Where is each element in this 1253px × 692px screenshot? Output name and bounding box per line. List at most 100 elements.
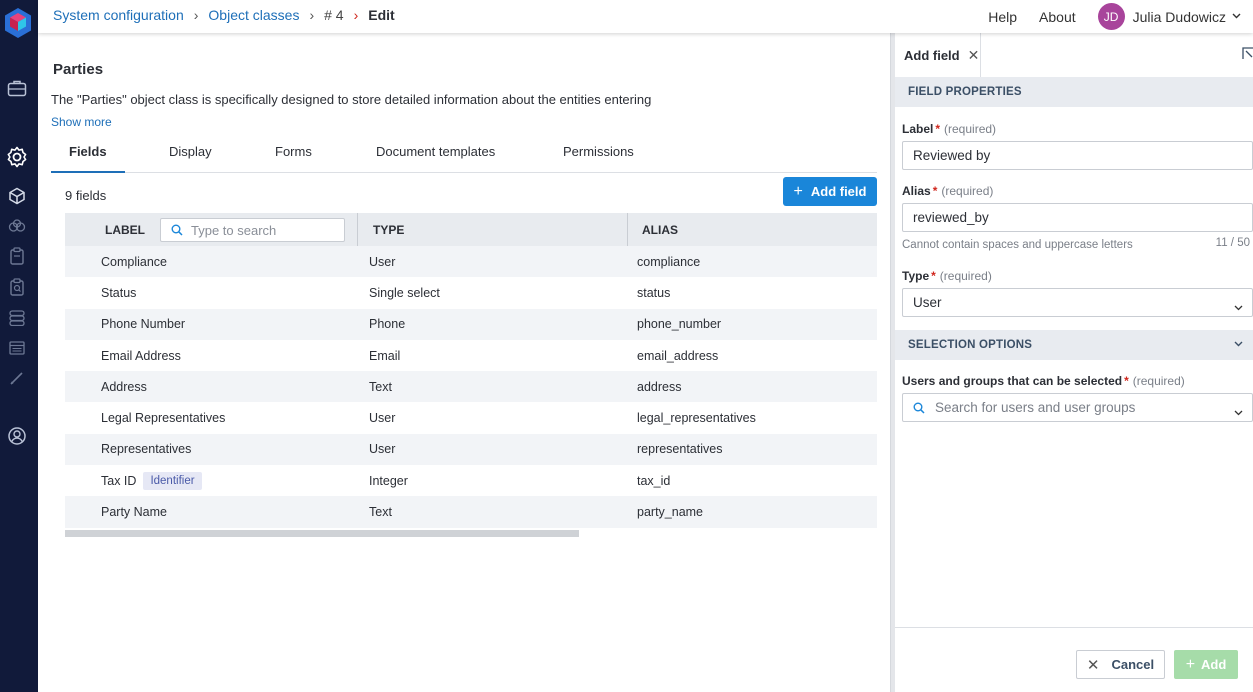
- breadcrumb: System configuration › Object classes › …: [53, 7, 395, 23]
- top-nav: Help About JD Julia Dudowicz: [988, 0, 1253, 33]
- expand-icon[interactable]: [1241, 47, 1253, 64]
- selection-options-title: SELECTION OPTIONS: [908, 339, 1033, 351]
- cell-label: Party Name: [101, 496, 167, 527]
- alias-char-counter: 11 / 50: [1215, 237, 1250, 249]
- type-select[interactable]: User: [902, 288, 1253, 317]
- field-label-text: Party Name: [101, 505, 167, 520]
- cell-type: User: [369, 254, 396, 269]
- field-label-text: Status: [101, 285, 137, 300]
- field-properties-title: FIELD PROPERTIES: [908, 86, 1022, 98]
- app-logo-icon[interactable]: [4, 7, 32, 39]
- search-icon: [171, 224, 183, 236]
- tab-permissions[interactable]: Permissions: [545, 144, 652, 173]
- tab-bar: Fields Display Forms Document templates …: [51, 141, 877, 173]
- table-row[interactable]: Status Single select status: [65, 277, 877, 308]
- breadcrumb-current: Edit: [368, 7, 395, 23]
- tab-fields[interactable]: Fields: [51, 144, 125, 173]
- field-label-text: Legal Representatives: [101, 411, 226, 426]
- table-row[interactable]: Phone Number Phone phone_number: [65, 308, 877, 340]
- page-description: The "Parties" object class is specifical…: [51, 92, 652, 107]
- breadcrumb-object-classes[interactable]: Object classes: [208, 7, 299, 23]
- cell-alias: compliance: [637, 254, 701, 269]
- table-body: Compliance User compliance Status Single sel…: [65, 246, 877, 528]
- cubes-icon[interactable]: [7, 216, 27, 236]
- table-row[interactable]: Tax ID Identifier Integer tax_id: [65, 465, 877, 496]
- label-input[interactable]: [902, 141, 1253, 170]
- close-icon[interactable]: ✕: [968, 47, 980, 64]
- cancel-button[interactable]: ✕ Cancel: [1076, 650, 1165, 679]
- main-content: Parties The "Parties" object class is sp…: [38, 33, 890, 692]
- add-field-button[interactable]: + Add field: [783, 177, 877, 206]
- column-divider[interactable]: [627, 213, 628, 246]
- required-text: (required): [939, 269, 992, 283]
- users-field-label: Users and groups that can be selected * (r…: [902, 374, 1185, 388]
- type-field-label-text: Type: [902, 269, 930, 283]
- cell-alias: party_name: [637, 505, 704, 520]
- chevron-down-icon[interactable]: [1232, 11, 1241, 22]
- breadcrumb-system-configuration[interactable]: System configuration: [53, 7, 184, 23]
- panel-footer-divider: [895, 627, 1253, 628]
- list-box-icon[interactable]: [7, 338, 27, 358]
- cell-label: Representatives: [101, 434, 191, 465]
- pen-icon[interactable]: [7, 368, 27, 388]
- stack-icon[interactable]: [7, 308, 27, 328]
- table-row[interactable]: Party Name Text party_name: [65, 496, 877, 528]
- required-text: (required): [944, 122, 997, 136]
- plus-icon: +: [1185, 655, 1196, 673]
- horizontal-scrollbar[interactable]: [65, 530, 579, 537]
- cell-type: Text: [369, 505, 392, 520]
- alias-hint: Cannot contain spaces and uppercase lett…: [902, 239, 1133, 251]
- chevron-right-icon: ›: [353, 7, 359, 23]
- avatar[interactable]: JD: [1097, 3, 1125, 30]
- cell-type: Single select: [369, 285, 440, 300]
- user-menu[interactable]: Julia Dudowicz: [1133, 9, 1226, 25]
- table-row[interactable]: Address Text address: [65, 371, 877, 403]
- clipboard-icon[interactable]: [7, 246, 27, 266]
- column-header-label[interactable]: LABEL: [105, 213, 145, 246]
- cell-alias: legal_representatives: [637, 411, 756, 426]
- alias-input[interactable]: [902, 203, 1253, 232]
- about-link[interactable]: About: [1039, 9, 1076, 25]
- cancel-button-label: Cancel: [1111, 657, 1155, 672]
- cell-alias: address: [637, 379, 682, 394]
- tab-forms[interactable]: Forms: [257, 144, 330, 173]
- cell-alias: email_address: [637, 348, 719, 363]
- cube-icon[interactable]: [7, 186, 27, 206]
- panel-tab-title: Add field: [904, 47, 960, 63]
- add-button[interactable]: + Add: [1174, 650, 1238, 679]
- users-field-label-text: Users and groups that can be selected: [902, 374, 1123, 388]
- clipboard-search-icon[interactable]: [7, 277, 27, 297]
- show-more-link[interactable]: Show more: [51, 115, 112, 129]
- panel-tab-add-field[interactable]: Add field ✕: [895, 33, 981, 77]
- table-row[interactable]: Representatives User representatives: [65, 433, 877, 466]
- column-divider[interactable]: [357, 213, 358, 246]
- chevron-right-icon: ›: [309, 7, 315, 23]
- search-input[interactable]: [191, 222, 331, 238]
- selection-options-section[interactable]: SELECTION OPTIONS: [895, 330, 1253, 360]
- table-row[interactable]: Compliance User compliance: [65, 246, 877, 278]
- fields-count: 9 fields: [65, 188, 107, 203]
- chevron-down-icon: [1234, 404, 1243, 419]
- cell-label: Phone Number: [101, 309, 185, 340]
- column-header-type[interactable]: TYPE: [373, 213, 404, 246]
- cell-type: Phone: [369, 317, 406, 332]
- close-icon: ✕: [1086, 656, 1100, 674]
- briefcase-icon[interactable]: [7, 78, 27, 98]
- chevron-down-icon[interactable]: [1234, 338, 1243, 350]
- field-label-text: Address: [101, 379, 147, 394]
- user-circle-icon[interactable]: [7, 426, 27, 446]
- required-text: (required): [941, 184, 994, 198]
- table-row[interactable]: Email Address Email email_address: [65, 340, 877, 371]
- tab-display[interactable]: Display: [151, 144, 230, 173]
- gear-icon[interactable]: [4, 144, 30, 170]
- search-icon: [913, 402, 925, 414]
- tab-document-templates[interactable]: Document templates: [358, 144, 513, 173]
- users-groups-select[interactable]: Search for users and user groups: [902, 393, 1253, 422]
- cell-type: User: [369, 411, 396, 426]
- search-input-wrapper[interactable]: [160, 218, 345, 242]
- type-select-value: User: [913, 295, 942, 310]
- identifier-badge: Identifier: [143, 471, 202, 490]
- column-header-alias[interactable]: ALIAS: [642, 213, 678, 246]
- table-row[interactable]: Legal Representatives User legal_represent…: [65, 402, 877, 433]
- help-link[interactable]: Help: [988, 9, 1017, 25]
